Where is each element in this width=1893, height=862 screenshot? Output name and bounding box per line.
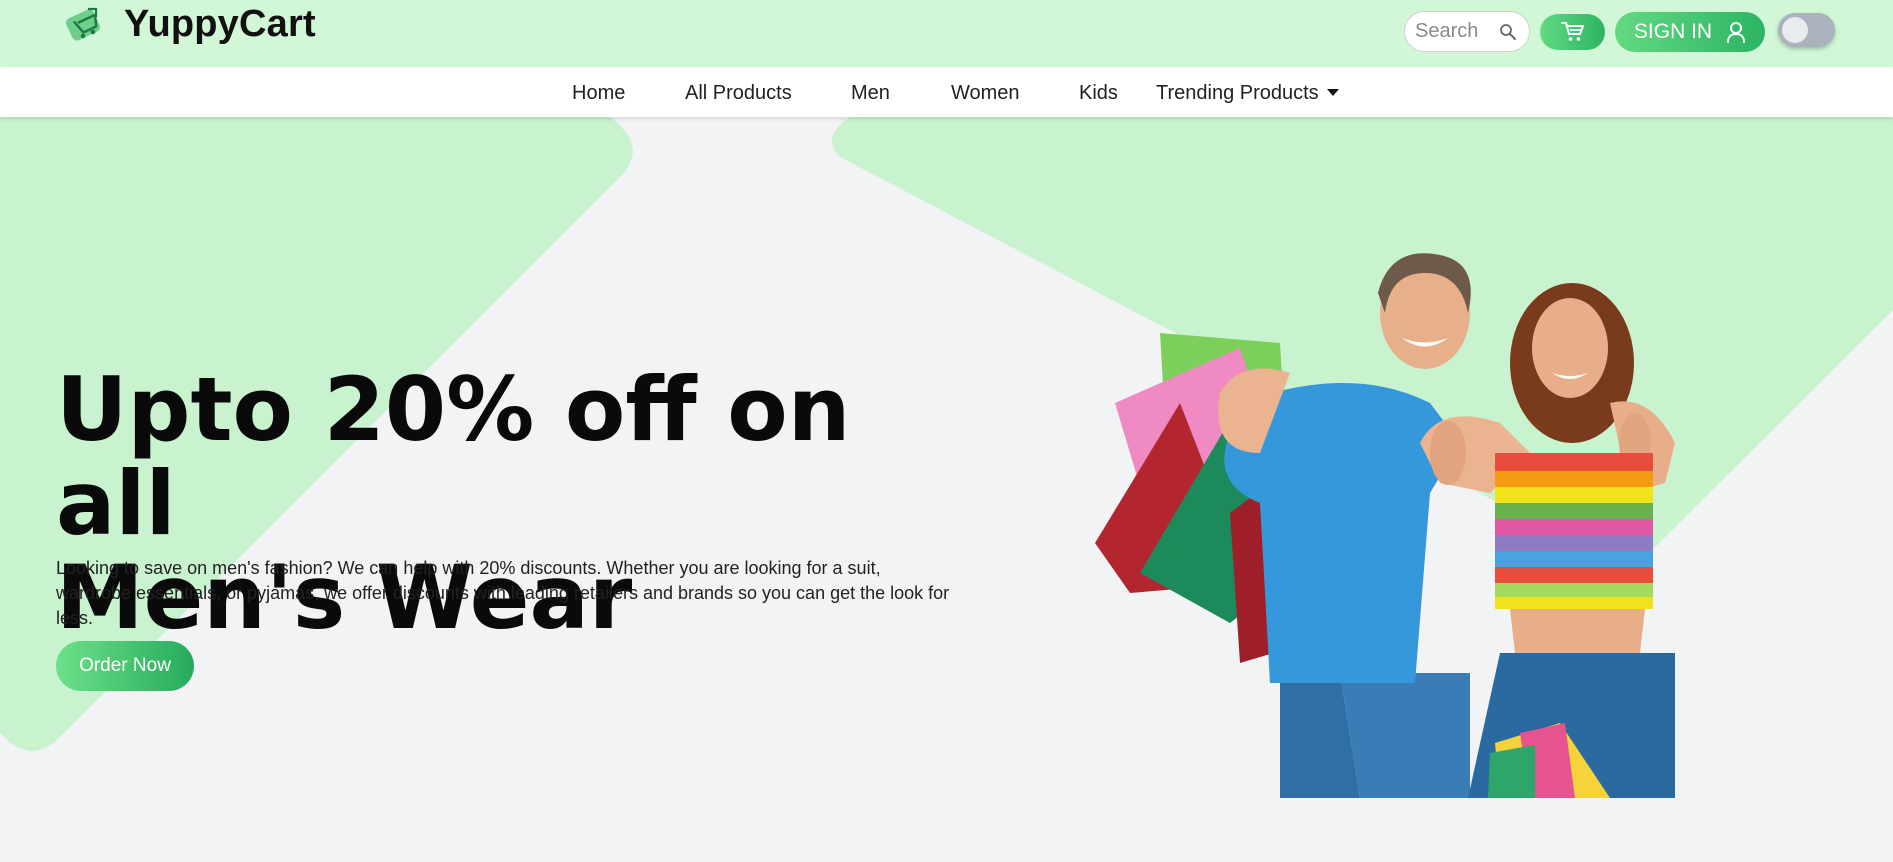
search-input[interactable] [1415,20,1495,43]
top-header: YuppyCart SIGN IN [0,0,1893,67]
nav-item-trending-label: Trending Products [1156,82,1319,104]
main-nav: Home All Products Men Women Kids Trendin… [0,67,1893,117]
sign-in-button[interactable]: SIGN IN [1615,12,1765,52]
toggle-knob [1782,17,1808,43]
shopping-cart-logo-icon [65,7,101,41]
user-icon [1727,22,1746,43]
hero-section: Upto 20% off on all Men's Wear Looking t… [0,117,1893,862]
order-now-button[interactable]: Order Now [56,641,194,691]
brand[interactable]: YuppyCart [64,2,316,46]
search-icon[interactable] [1499,23,1517,41]
nav-item-men[interactable]: Men [851,67,890,117]
nav-item-all-products[interactable]: All Products [685,67,792,117]
search-box[interactable] [1404,11,1530,52]
theme-toggle[interactable] [1778,13,1835,47]
nav-item-trending-products[interactable]: Trending Products [1156,67,1339,117]
nav-item-kids[interactable]: Kids [1079,67,1118,117]
cart-icon [1560,22,1584,41]
striped-top [1495,453,1653,609]
caret-down-icon [1326,89,1339,96]
hero-description: Looking to save on men's fashion? We can… [56,558,950,628]
couple-with-shopping-bags-image [1095,253,1675,798]
sign-in-label: SIGN IN [1633,20,1713,43]
nav-item-women[interactable]: Women [951,67,1020,117]
hero-headline-line1: Upto 20% off on all [56,358,851,555]
nav-item-home[interactable]: Home [572,67,625,117]
brand-name: YuppyCart [124,2,316,45]
cart-button[interactable] [1540,14,1605,50]
